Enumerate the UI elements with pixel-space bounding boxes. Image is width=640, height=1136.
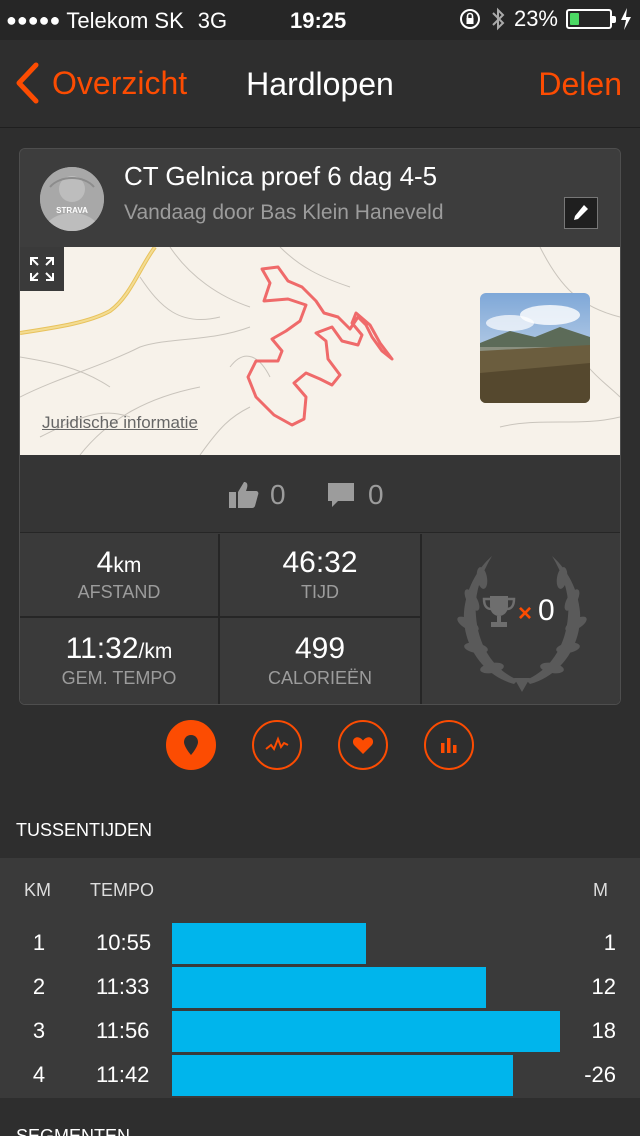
split-row: 3 11:56 18 (0, 1010, 640, 1054)
bluetooth-icon (492, 7, 505, 31)
splits-header-elevation: M (593, 880, 608, 900)
split-pace-bar (172, 1011, 560, 1052)
status-time: 19:25 (290, 8, 347, 33)
split-km: 4 (32, 1062, 46, 1087)
avatar-text: STRAVA (56, 206, 88, 215)
activity-card: STRAVA CT Gelnica proef 6 dag 4-5 Vandaa… (19, 148, 621, 705)
comment-icon (328, 483, 354, 507)
activity-photo[interactable] (480, 293, 590, 403)
battery-fill (570, 13, 579, 25)
signal-strength-icon: ●●●●● (6, 10, 61, 30)
charging-bolt-icon (621, 8, 631, 30)
landscape-photo-icon (480, 293, 590, 403)
thumbs-up-icon (229, 482, 259, 508)
comment-count: 0 (368, 479, 384, 510)
split-pace: 10:55 (96, 930, 152, 955)
status-bar: ●●●●● Telekom SK 3G 19:25 23% (0, 0, 640, 40)
expand-map-button[interactable] (20, 247, 64, 291)
battery-nub (612, 16, 616, 23)
tab-heart-rate[interactable] (338, 720, 388, 770)
stat-time-value: 46:32 (282, 546, 358, 579)
stat-time-label: TIJD (301, 582, 339, 602)
stat-pace-label: GEM. TEMPO (61, 668, 177, 688)
stat-calories: 499 CALORIEËN (220, 618, 420, 704)
stat-distance-label: AFSTAND (77, 582, 161, 602)
tab-pace[interactable] (252, 720, 302, 770)
splits-table: KM TEMPO M 1 10:55 1 2 11:33 12 3 11:56 18 4 11:42… (0, 858, 640, 1098)
stat-time: 46:32 TIJD (220, 534, 420, 616)
avatar[interactable]: STRAVA (40, 167, 104, 231)
status-left: ●●●●● Telekom SK 3G (6, 8, 227, 34)
achievements-badge[interactable]: × 0 (422, 534, 620, 704)
route-map[interactable]: Juridische informatie (20, 247, 620, 455)
trophy-icon (482, 596, 516, 627)
legal-info-link[interactable]: Juridische informatie (42, 413, 198, 433)
pace-value: 11:32 (65, 632, 139, 665)
stat-calories-value: 499 (294, 632, 346, 665)
back-button-label: Overzicht (52, 64, 188, 101)
map-pin-icon (184, 735, 198, 755)
activity-title: CT Gelnica proef 6 dag 4-5 (124, 161, 438, 191)
split-pace-bar (172, 1055, 513, 1096)
split-row: 4 11:42 -26 (0, 1054, 640, 1098)
navigation-bar: Overzicht Hardlopen Delen (0, 40, 640, 128)
share-button[interactable]: Delen (538, 66, 622, 103)
back-button[interactable]: Overzicht (14, 62, 187, 104)
orientation-lock-icon (459, 9, 480, 29)
stat-distance: 4km AFSTAND (20, 534, 218, 616)
pace-chart-icon (265, 736, 289, 752)
achievements-times: × (518, 600, 533, 627)
kudos-button[interactable]: 0 (228, 479, 286, 511)
carrier-name: Telekom SK (66, 8, 184, 33)
split-pace: 11:33 (96, 974, 150, 999)
split-pace-bar (172, 967, 486, 1008)
split-km: 2 (32, 974, 46, 999)
pace-unit: /km (138, 640, 173, 663)
split-elevation: 18 (591, 1018, 616, 1043)
split-pace: 11:42 (96, 1062, 150, 1087)
battery-percent: 23% (513, 6, 558, 31)
strava-avatar-icon: STRAVA (40, 167, 104, 231)
split-row: 2 11:33 12 (0, 966, 640, 1010)
activity-subtitle: Vandaag door Bas Klein Haneveld (124, 201, 444, 224)
split-elevation: -26 (584, 1062, 616, 1087)
bar-chart-icon (441, 738, 457, 753)
activity-tabs (0, 720, 640, 774)
comments-button[interactable]: 0 (326, 479, 384, 511)
edit-button[interactable] (564, 197, 598, 229)
battery-icon (566, 9, 616, 29)
network-type: 3G (197, 8, 228, 33)
stat-distance-value: 4km (20, 546, 218, 580)
expand-icon (30, 257, 54, 281)
stat-pace: 11:32/km GEM. TEMPO (20, 618, 218, 704)
activity-header: STRAVA CT Gelnica proef 6 dag 4-5 Vandaa… (20, 149, 620, 247)
segments-section-title: SEGMENTEN (16, 1126, 131, 1136)
distance-unit: km (113, 554, 142, 577)
splits-section-title: TUSSENTIJDEN (16, 820, 153, 840)
split-km: 1 (32, 930, 46, 955)
tab-splits[interactable] (424, 720, 474, 770)
status-right: 23% (458, 6, 632, 32)
tab-map[interactable] (166, 720, 216, 770)
heart-icon (352, 737, 374, 754)
pencil-icon (574, 205, 588, 220)
stat-calories-label: CALORIEËN (267, 668, 373, 688)
split-km: 3 (32, 1018, 46, 1043)
social-row: 0 0 (20, 455, 620, 533)
split-elevation: 1 (603, 930, 616, 955)
stats-grid: 4km AFSTAND 46:32 TIJD 11:32/km GEM. TEM… (20, 534, 620, 704)
chevron-left-icon (16, 62, 39, 104)
split-row: 1 10:55 1 (0, 922, 640, 966)
split-elevation: 12 (591, 974, 616, 999)
stat-pace-value: 11:32/km (20, 632, 218, 666)
split-pace-bar (172, 923, 366, 964)
splits-header-pace: TEMPO (90, 880, 155, 900)
kudos-count: 0 (270, 479, 286, 510)
split-pace: 11:56 (96, 1018, 150, 1043)
splits-header-km: KM (24, 880, 51, 900)
distance-value: 4 (96, 546, 114, 579)
achievements-count: 0 (538, 594, 555, 627)
